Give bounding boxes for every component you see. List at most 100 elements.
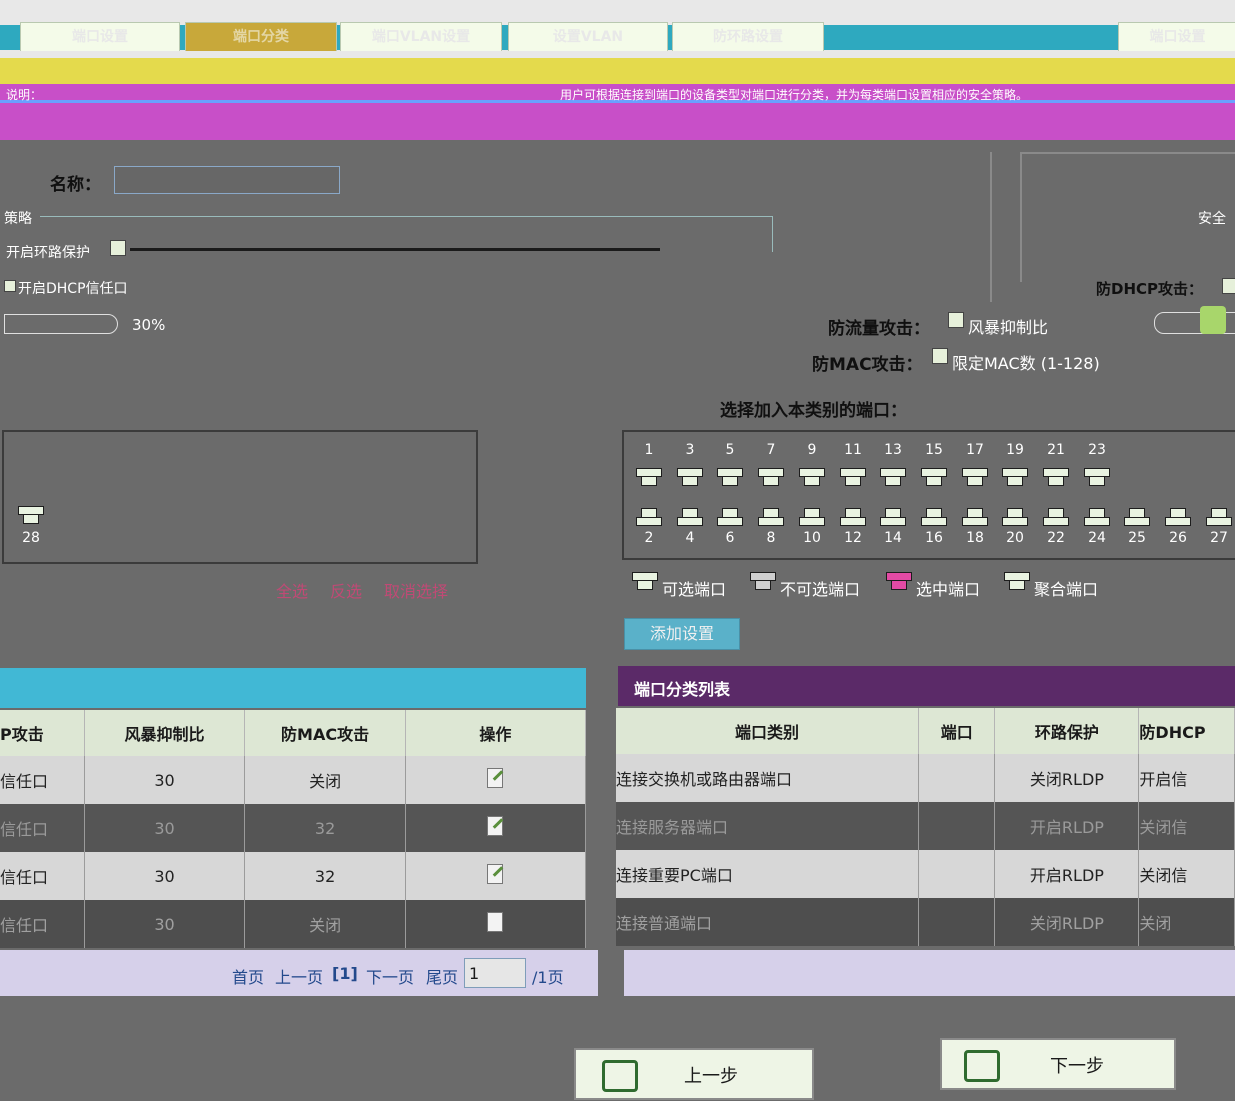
actions-cell <box>405 900 587 948</box>
tab-port-class[interactable]: 端口分类 <box>185 22 337 51</box>
port-4[interactable] <box>677 506 703 526</box>
pager-prev[interactable]: 上一页 <box>275 964 323 988</box>
select-ports-label: 选择加入本类别的端口： <box>720 401 907 421</box>
port-22[interactable] <box>1043 506 1069 526</box>
port-28[interactable] <box>18 506 44 526</box>
table-row[interactable]: 连接交换机或路由器端口 关闭RLDP 开启信 <box>616 754 1235 802</box>
tab-underline <box>0 58 1235 84</box>
port-27[interactable] <box>1206 506 1232 526</box>
invert-selection-link[interactable]: 反选 <box>330 578 362 602</box>
port-13[interactable] <box>880 468 906 488</box>
page-input[interactable]: 1 <box>464 958 526 988</box>
left-table-title-bar <box>0 668 586 708</box>
port-number: 1 <box>644 442 654 458</box>
port-number: 11 <box>844 442 862 458</box>
col-header: 防MAC攻击 <box>244 710 406 756</box>
cell: 关闭 <box>1138 898 1235 946</box>
table-row[interactable]: 连接普通端口 关闭RLDP 关闭 <box>616 898 1235 946</box>
next-step-button[interactable]: 下一步 <box>940 1038 1176 1090</box>
name-input[interactable] <box>114 166 340 194</box>
col-header: 防DHCP <box>1138 708 1235 754</box>
legend-unselectable-icon <box>750 572 776 592</box>
pager-next[interactable]: 下一页 <box>366 964 414 988</box>
table-row[interactable]: 连接服务器端口 开启RLDP 关闭信 <box>616 802 1235 850</box>
tab-port-settings[interactable]: 端口设置 <box>20 22 180 51</box>
port-6[interactable] <box>717 506 743 526</box>
slider-handle[interactable] <box>1200 306 1226 334</box>
cell: 信任口 <box>0 900 85 948</box>
col-header: 端口类别 <box>616 708 920 754</box>
storm-slider-left[interactable] <box>4 314 118 334</box>
port-number: 16 <box>925 530 943 546</box>
anti-mac-label: 防MAC攻击： <box>812 355 923 375</box>
port-number: 17 <box>966 442 984 458</box>
tab-port-vlan[interactable]: 端口VLAN设置 <box>340 22 502 51</box>
port-number: 13 <box>884 442 902 458</box>
edit-icon[interactable] <box>484 815 506 837</box>
port-1[interactable] <box>636 468 662 488</box>
policy-legend: 策略 <box>4 211 32 227</box>
port-25[interactable] <box>1124 506 1150 526</box>
tab-other[interactable]: 端口设置 <box>1118 22 1235 51</box>
dhcp-trust-checkbox[interactable] <box>4 280 16 292</box>
port-number: 26 <box>1169 530 1187 546</box>
port-12[interactable] <box>840 506 866 526</box>
port-16[interactable] <box>921 506 947 526</box>
pager-first[interactable]: 首页 <box>232 964 264 988</box>
table-row[interactable]: 连接重要PC端口 开启RLDP 关闭信 <box>616 850 1235 898</box>
port-15[interactable] <box>921 468 947 488</box>
divider <box>1020 152 1022 282</box>
next-step-label: 下一步 <box>1050 1056 1104 1077</box>
port-3[interactable] <box>677 468 703 488</box>
clear-selection-link[interactable]: 取消选择 <box>384 578 448 602</box>
port-number: 4 <box>685 530 695 546</box>
port-23[interactable] <box>1084 468 1110 488</box>
loop-protect-checkbox[interactable] <box>110 240 126 256</box>
select-all-link[interactable]: 全选 <box>276 578 308 602</box>
port-21[interactable] <box>1043 468 1069 488</box>
edit-icon[interactable] <box>484 767 506 789</box>
anti-dhcp-checkbox[interactable] <box>1222 278 1235 294</box>
port-26[interactable] <box>1165 506 1191 526</box>
table-row: 信任口 30 关闭 <box>0 900 587 948</box>
port-9[interactable] <box>799 468 825 488</box>
add-setting-button[interactable]: 添加设置 <box>624 618 740 650</box>
cell: 关闭 <box>244 756 406 804</box>
actions-cell <box>405 804 587 852</box>
port-11[interactable] <box>840 468 866 488</box>
cell: 关闭信 <box>1138 850 1235 898</box>
limit-mac-checkbox[interactable] <box>932 348 948 364</box>
port-18[interactable] <box>962 506 988 526</box>
prev-step-button[interactable]: 上一步 <box>574 1048 814 1100</box>
port-number: 18 <box>966 530 984 546</box>
edit-icon[interactable] <box>484 863 506 885</box>
delete-icon[interactable] <box>484 911 506 933</box>
right-table-footer <box>624 950 1235 996</box>
prev-step-label: 上一步 <box>684 1066 738 1087</box>
cell: 信任口 <box>0 756 85 804</box>
col-header: 操作 <box>405 710 587 756</box>
port-number: 21 <box>1047 442 1065 458</box>
port-17[interactable] <box>962 468 988 488</box>
storm-checkbox[interactable] <box>948 312 964 328</box>
cell: 30 <box>84 900 246 948</box>
tab-loop[interactable]: 防环路设置 <box>672 22 824 51</box>
port-8[interactable] <box>758 506 784 526</box>
left-port-panel <box>2 430 478 564</box>
col-header: 风暴抑制比 <box>84 710 246 756</box>
cell: 关闭RLDP <box>994 754 1140 802</box>
tab-set-vlan[interactable]: 设置VLAN <box>508 22 668 51</box>
port-19[interactable] <box>1002 468 1028 488</box>
port-24[interactable] <box>1084 506 1110 526</box>
port-14[interactable] <box>880 506 906 526</box>
port-10[interactable] <box>799 506 825 526</box>
separator <box>130 248 660 251</box>
port-5[interactable] <box>717 468 743 488</box>
pager-last[interactable]: 尾页 <box>426 964 458 988</box>
port-7[interactable] <box>758 468 784 488</box>
port-2[interactable] <box>636 506 662 526</box>
cell: 关闭信 <box>1138 802 1235 850</box>
port-20[interactable] <box>1002 506 1028 526</box>
port-number: 27 <box>1210 530 1228 546</box>
right-table-title: 端口分类列表 <box>634 680 731 699</box>
